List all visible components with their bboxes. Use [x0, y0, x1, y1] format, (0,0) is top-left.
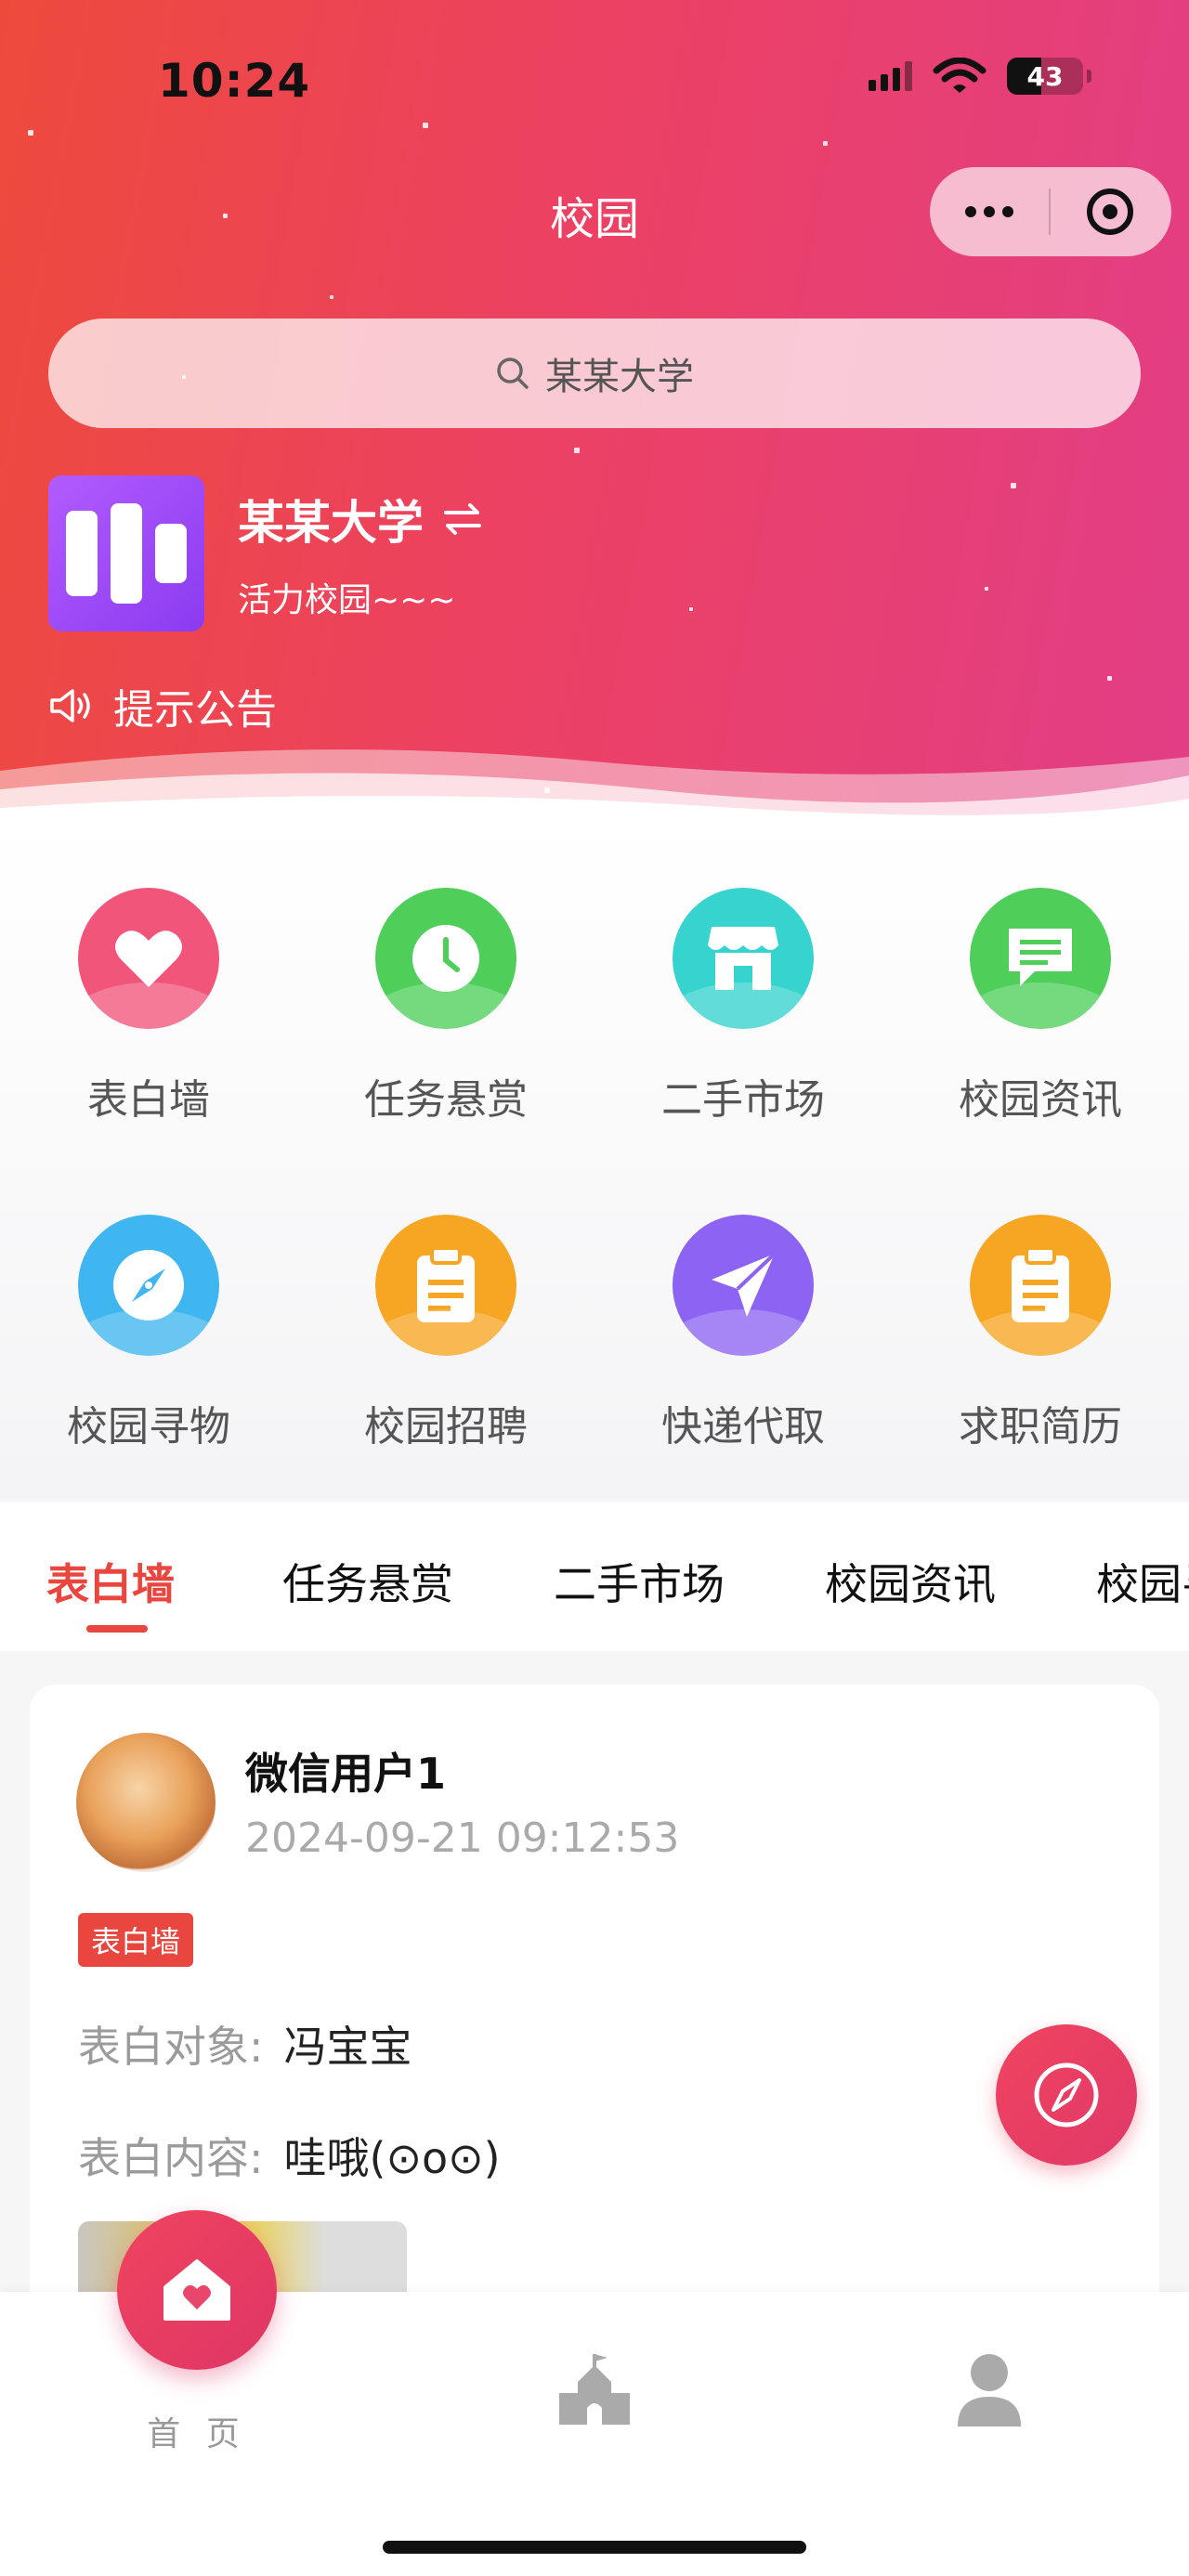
star-decoration [28, 130, 33, 136]
clock-icon [375, 888, 516, 1029]
active-tab-indicator [86, 1625, 148, 1633]
clipboard-icon [375, 1215, 516, 1356]
battery-icon: 43 [1007, 58, 1091, 95]
battery-level: 43 [1026, 60, 1064, 92]
grid-label: 校园资讯 [959, 1076, 1122, 1124]
hero-header: 10:24 43 校园 某某大学 某某大学 活力校园~~~ 提示公告 [0, 0, 1189, 817]
tab-task-bounty[interactable]: 任务悬赏 [282, 1551, 453, 1612]
feature-grid: 表白墙 任务悬赏 二手市场 校园资讯 校园寻物 校园招聘 快递代取 求职简历 [0, 817, 1189, 1500]
tab-lost-and-found[interactable]: 校园寻物 [1096, 1551, 1189, 1612]
notice-text: 提示公告 [113, 686, 277, 734]
grid-label: 任务悬赏 [364, 1076, 528, 1124]
category-tabs: 表白墙 任务悬赏 二手市场 校园资讯 校园寻物 [0, 1503, 1189, 1651]
grid-item-campus-news[interactable]: 校园资讯 [892, 888, 1189, 1125]
school-logo [48, 475, 204, 631]
star-decoration [330, 295, 333, 299]
grid-item-express-pickup[interactable]: 快递代取 [594, 1215, 892, 1452]
home-label: 首 页 [147, 2415, 247, 2453]
home-heart-icon [163, 2259, 230, 2321]
grid-item-campus-recruitment[interactable]: 校园招聘 [297, 1215, 594, 1452]
grid-item-resume[interactable]: 求职简历 [892, 1215, 1189, 1452]
school-name: 某某大学 [238, 496, 424, 550]
grid-label: 快递代取 [661, 1403, 825, 1451]
heart-icon [78, 888, 219, 1029]
confession-target: 表白对象: 冯宝宝 [78, 2013, 412, 2075]
star-decoration [574, 448, 580, 453]
grid-label: 表白墙 [87, 1076, 210, 1124]
paper-plane-icon [673, 1215, 814, 1356]
search-icon [497, 358, 529, 389]
status-icons: 43 [869, 58, 1091, 95]
more-icon[interactable] [930, 206, 1049, 217]
close-mini-program-icon[interactable] [1051, 189, 1169, 235]
star-decoration [1011, 483, 1016, 488]
grid-label: 求职简历 [959, 1403, 1122, 1451]
school-header: 某某大学 活力校园~~~ [48, 475, 483, 631]
floating-compass-button[interactable] [996, 2024, 1137, 2166]
mini-program-capsule [930, 167, 1171, 256]
switch-icon [444, 503, 481, 535]
tab-campus-news[interactable]: 校园资讯 [825, 1551, 996, 1612]
star-decoration [423, 123, 428, 128]
store-icon [673, 888, 814, 1029]
status-time: 10:24 [158, 54, 311, 108]
star-decoration [689, 607, 693, 611]
notice-bar[interactable]: 提示公告 [48, 676, 277, 735]
field-label: 表白内容: [78, 2133, 264, 2183]
field-value: 冯宝宝 [283, 2022, 412, 2072]
post-category-badge: 表白墙 [78, 1913, 194, 1967]
confession-content: 表白内容: 哇哦(⊙o⊙) [78, 2125, 501, 2186]
tab-confession-wall[interactable]: 表白墙 [46, 1551, 175, 1612]
post-time: 2024-09-21 09:12:53 [245, 1815, 680, 1862]
home-button[interactable] [117, 2210, 277, 2370]
star-decoration [823, 141, 828, 146]
wifi-icon [933, 58, 986, 93]
grid-label: 校园寻物 [67, 1403, 230, 1451]
school-motto: 活力校园~~~ [238, 581, 456, 619]
star-decoration [985, 587, 988, 591]
compass-icon [78, 1215, 219, 1356]
cellular-signal-icon [869, 61, 912, 91]
field-label: 表白对象: [78, 2022, 264, 2072]
grid-item-task-bounty[interactable]: 任务悬赏 [297, 888, 594, 1125]
grid-label: 校园招聘 [364, 1403, 528, 1451]
bottom-navigation: 首 页 [0, 2210, 1189, 2576]
search-input[interactable]: 某某大学 [48, 319, 1141, 428]
home-indicator [383, 2541, 806, 2554]
grid-item-confession-wall[interactable]: 表白墙 [0, 888, 297, 1125]
speaker-icon [50, 689, 90, 722]
user-profile-icon[interactable] [947, 2348, 1031, 2431]
campus-building-icon[interactable] [553, 2348, 636, 2431]
grid-label: 二手市场 [661, 1076, 825, 1124]
grid-item-lost-and-found[interactable]: 校园寻物 [0, 1215, 297, 1452]
school-switch[interactable]: 某某大学 [238, 486, 483, 553]
compass-icon [1034, 2062, 1099, 2127]
message-icon [970, 888, 1111, 1029]
clipboard-icon [970, 1215, 1111, 1356]
avatar[interactable] [76, 1733, 216, 1872]
star-decoration [1107, 676, 1112, 681]
grid-item-second-hand-market[interactable]: 二手市场 [594, 888, 892, 1125]
field-value: 哇哦(⊙o⊙) [283, 2133, 501, 2183]
wave-decoration [0, 749, 1189, 817]
tab-second-hand-market[interactable]: 二手市场 [554, 1551, 725, 1612]
user-name: 微信用户1 [245, 1749, 447, 1799]
search-placeholder: 某某大学 [545, 356, 694, 398]
